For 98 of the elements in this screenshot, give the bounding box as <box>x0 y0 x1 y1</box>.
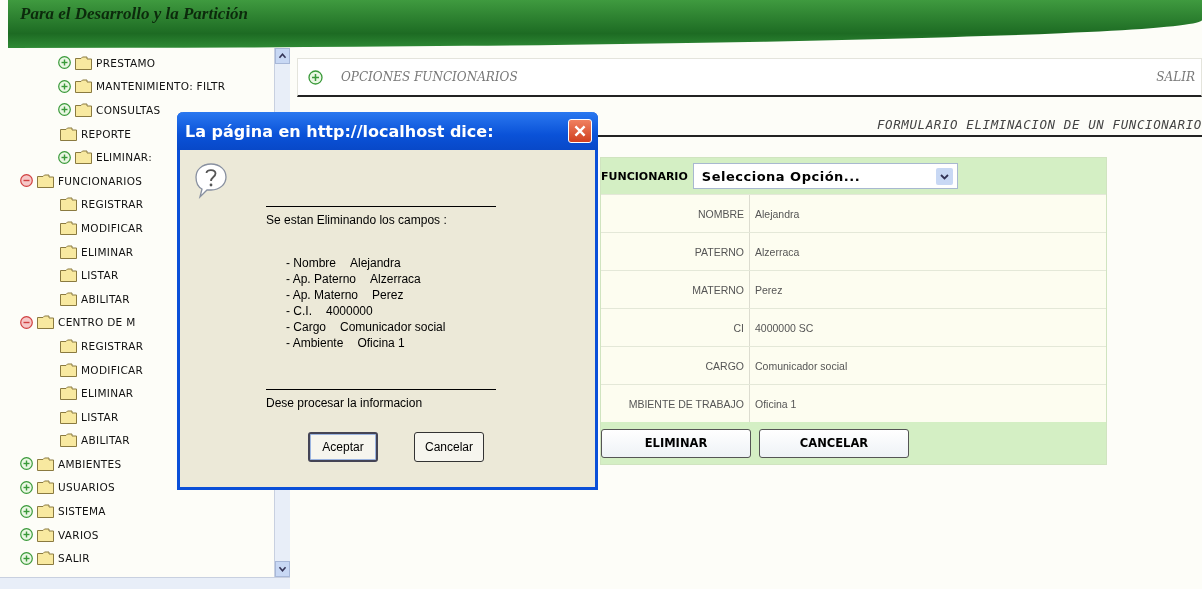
field-value: 4000000 <box>326 303 373 319</box>
tree-item[interactable]: LISTAR <box>79 410 119 423</box>
folder-icon <box>60 197 77 212</box>
field-label: - Ap. Paterno <box>286 271 357 287</box>
tree-item[interactable]: REGISTRAR <box>79 198 144 211</box>
folder-icon <box>37 456 54 471</box>
folder-icon <box>37 173 54 188</box>
form-button[interactable]: ELIMINAR <box>601 428 751 458</box>
field-label: - Ambiente <box>286 335 344 351</box>
tree-item[interactable]: SALIR <box>56 552 90 565</box>
tree-item[interactable]: ELIMINAR <box>79 387 134 400</box>
question-icon <box>194 162 228 200</box>
folder-icon <box>75 79 92 94</box>
minus-icon[interactable] <box>20 174 33 188</box>
tree-item[interactable]: MANTENIMIENTO: FILTR <box>94 80 226 93</box>
field-value: Comunicador social <box>749 347 1106 384</box>
folder-icon <box>60 433 77 448</box>
dialog-button[interactable]: Cancelar <box>414 432 484 462</box>
field-label: CARGO <box>704 359 745 372</box>
field-label: - Cargo <box>286 319 326 335</box>
options-title: OPCIONES FUNCIONARIOS <box>341 70 519 84</box>
dropdown-icon[interactable] <box>935 167 953 185</box>
tree-item[interactable]: ABILITAR <box>79 292 130 305</box>
folder-icon <box>60 386 77 401</box>
tree-item[interactable]: FUNCIONARIOS <box>56 174 143 187</box>
field-label: PATERNO <box>693 245 745 258</box>
folder-icon <box>60 291 77 306</box>
scroll-down-icon[interactable] <box>275 561 290 577</box>
field-value: Alzerraca <box>749 233 1106 270</box>
form-title: FORMULARIO ELIMINACION DE UN FUNCIONARIO <box>876 117 1202 132</box>
field-label: - C.I. <box>286 303 312 319</box>
folder-icon <box>60 362 77 377</box>
plus-icon[interactable] <box>20 551 33 565</box>
tree-item[interactable]: CONSULTAS <box>94 104 161 116</box>
folder-icon <box>37 480 54 495</box>
folder-icon <box>60 338 77 353</box>
tree-item[interactable]: REPORTE <box>79 127 132 140</box>
folder-icon <box>60 409 77 424</box>
field-label: MBIENTE DE TRABAJO <box>627 397 745 410</box>
tree-item[interactable]: CENTRO DE M <box>56 316 136 329</box>
folder-icon <box>37 551 54 566</box>
dialog-button[interactable]: Aceptar <box>308 432 378 462</box>
folder-icon <box>75 103 92 117</box>
field-value: Alzerraca <box>370 271 421 287</box>
tree-item[interactable]: ABILITAR <box>79 434 130 447</box>
field-value: Perez <box>372 287 404 303</box>
tree-item[interactable]: USUARIOS <box>56 481 115 494</box>
field-value: Oficina 1 <box>357 335 405 351</box>
field-label: - Ap. Materno <box>286 287 359 303</box>
field-label: - Nombre <box>286 255 336 271</box>
exit-link[interactable]: SALIR <box>1156 70 1195 84</box>
scroll-up-icon[interactable] <box>275 48 290 64</box>
plus-icon[interactable] <box>308 69 323 85</box>
field-label: NOMBRE <box>696 207 745 220</box>
folder-icon <box>60 268 77 283</box>
dialog-title: La página en http://localhost dice: <box>185 121 494 141</box>
plus-icon[interactable] <box>20 504 33 518</box>
plus-icon[interactable] <box>58 56 71 70</box>
tree-item[interactable]: AMBIENTES <box>56 457 122 470</box>
folder-icon <box>60 126 77 141</box>
folder-icon <box>75 55 92 70</box>
tree-item[interactable]: MODIFICAR <box>79 363 144 376</box>
field-value: Perez <box>749 271 1106 308</box>
tree-item[interactable]: ELIMINAR <box>79 245 134 258</box>
folder-icon <box>60 244 77 259</box>
tree-item[interactable]: VARIOS <box>56 528 99 541</box>
select-field[interactable]: Selecciona Opción... <box>692 163 958 189</box>
plus-icon[interactable] <box>58 103 71 117</box>
field-value: Alejandra <box>749 195 1106 232</box>
tree-item[interactable]: SISTEMA <box>56 505 106 518</box>
tree-item[interactable]: PRESTAMO <box>94 56 156 69</box>
tree-item[interactable]: REGISTRAR <box>79 339 144 352</box>
plus-icon[interactable] <box>58 79 71 93</box>
field-value: 4000000 SC <box>749 309 1106 346</box>
tree-item[interactable]: ELIMINAR: <box>94 151 152 164</box>
field-label: FUNCIONARIO <box>601 169 688 183</box>
dialog-question: Dese procesar la informacion <box>266 396 424 410</box>
field-value: Comunicador social <box>340 319 446 335</box>
folder-icon <box>37 527 54 542</box>
header-title: Para el Desarrollo y la Partición <box>20 4 249 24</box>
close-icon[interactable] <box>568 119 592 143</box>
minus-icon[interactable] <box>20 315 33 329</box>
tree-item[interactable]: MODIFICAR <box>79 221 144 234</box>
dialog-message: Se estan Eliminando los campos : <box>266 213 448 227</box>
field-label: MATERNO <box>691 283 745 296</box>
folder-icon <box>37 315 54 330</box>
folder-icon <box>60 220 77 235</box>
horizontal-scrollbar[interactable] <box>0 577 290 589</box>
plus-icon[interactable] <box>20 528 33 542</box>
plus-icon[interactable] <box>20 457 33 471</box>
tree-item[interactable]: LISTAR <box>79 269 119 282</box>
plus-icon[interactable] <box>20 481 33 494</box>
form-button[interactable]: CANCELAR <box>759 428 909 458</box>
folder-icon <box>37 504 54 519</box>
field-label: CI <box>732 321 745 334</box>
plus-icon[interactable] <box>58 150 71 164</box>
folder-icon <box>75 150 92 165</box>
field-value: Alejandra <box>350 255 401 271</box>
